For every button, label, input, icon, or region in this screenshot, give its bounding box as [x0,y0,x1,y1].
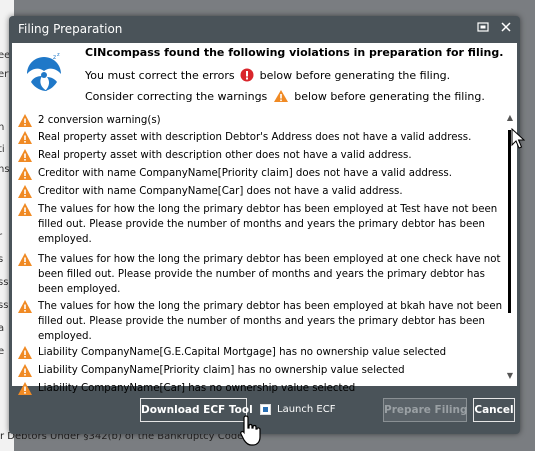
background-text: i [0,102,1,113]
list-item-text: Creditor with name CompanyName[Priority … [38,168,452,179]
arrow-cursor-icon [511,128,525,149]
warning-icon [18,114,32,127]
warning-icon [18,131,32,144]
error-icon [240,68,254,82]
warning-icon [18,364,32,377]
background-text: s [0,254,4,265]
download-ecf-tool-button[interactable]: Download ECF Tool [140,398,253,422]
background-text: ss [0,277,9,288]
checkbox-checked-mark [263,407,268,412]
background-text: ti [0,144,5,155]
warning-icon [18,185,32,198]
warning-icon [18,300,32,313]
warnings-instruction: Consider correcting the warnings below b… [85,89,485,103]
background-text: l [0,184,1,195]
prepare-filing-button[interactable]: Prepare Filing [383,398,468,422]
list-item-text: Liability CompanyName[Priority claim] ha… [38,365,405,376]
list-item-text: Liability CompanyName[G.E.Capital Mortga… [38,347,447,358]
warning-icon [18,253,32,266]
dialog-title: Filing Preparation [18,22,123,36]
list-item-text: Creditor with name CompanyName[Car] does… [38,186,403,197]
violations-heading: CINcompass found the following violation… [85,46,504,59]
scrollbar-thumb[interactable] [508,130,511,313]
cancel-button[interactable]: Cancel [473,398,515,422]
background-text: e [0,346,5,357]
list-item-text: The values for how the long the primary … [38,301,503,342]
warnings-instruction-text: below before generating the filing. [294,90,485,103]
cincompass-logo-icon: z z [27,52,61,91]
list-scrollbar[interactable]: ▲ ▼ [503,113,517,381]
list-item-text: Real property asset with description oth… [38,150,412,161]
errors-instruction-text: below before generating the filing. [259,69,451,82]
background-text: r [0,231,3,242]
violations-list[interactable]: 2 conversion warning(s) Real property as… [12,111,503,395]
filing-preparation-dialog: Filing Preparation z z CINcompass found … [9,16,520,434]
dialog-footer: Download ECF Tool Launch ECF Prepare Fil… [9,386,520,434]
background-text: ss [0,300,9,311]
errors-instruction: You must correct the errors below before… [85,68,450,82]
warnings-instruction-text: Consider correcting the warnings [85,90,268,103]
warning-icon [18,149,32,162]
background-text: l [0,208,1,219]
close-icon[interactable] [498,21,514,37]
warning-icon [18,167,32,180]
pointer-cursor-icon [240,415,261,446]
svg-text:z: z [53,54,56,61]
scroll-up-icon[interactable]: ▲ [505,113,515,123]
svg-text:z: z [57,52,60,58]
warning-icon [18,203,32,216]
launch-ecf-label[interactable]: Launch ECF [277,404,335,415]
list-item-text: The values for how the long the primary … [38,204,498,245]
dialog-titlebar[interactable]: Filing Preparation [9,16,520,43]
scroll-down-icon[interactable]: ▼ [505,371,515,381]
errors-instruction-text: You must correct the errors [85,69,235,82]
warning-icon [273,90,288,102]
list-item-text: Real property asset with description Deb… [38,132,472,143]
background-text: a [0,323,5,334]
dialog-content: z z CINcompass found the following viola… [12,43,517,395]
list-item-text: 2 conversion warning(s) [38,115,161,126]
list-item-text: The values for how the long the primary … [38,254,501,295]
background-text: h [0,122,5,133]
warning-icon [18,346,32,359]
restore-icon[interactable] [475,21,491,37]
